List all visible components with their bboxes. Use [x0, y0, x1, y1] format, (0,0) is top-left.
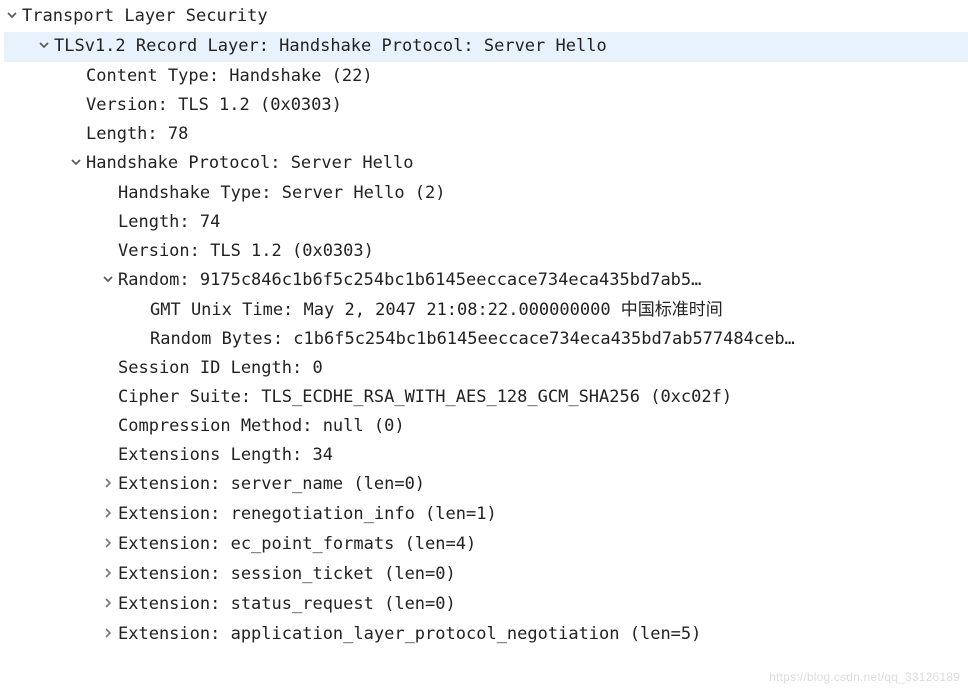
tree-row-label: Extensions Length: 34 — [116, 441, 333, 470]
tree-row[interactable]: Compression Method: null (0) — [4, 412, 968, 441]
tree-row-label: TLSv1.2 Record Layer: Handshake Protocol… — [52, 32, 607, 61]
tree-row-label: Extension: server_name (len=0) — [116, 470, 425, 499]
tree-row-label: Random: 9175c846c1b6f5c254bc1b6145eeccac… — [116, 266, 701, 295]
tree-row[interactable]: Version: TLS 1.2 (0x0303) — [4, 237, 968, 266]
chevron-right-icon[interactable] — [100, 621, 116, 650]
tree-row-label: Version: TLS 1.2 (0x0303) — [84, 91, 342, 120]
watermark-text: https://blog.csdn.net/qq_33126189 — [769, 670, 960, 684]
tree-row[interactable]: Version: TLS 1.2 (0x0303) — [4, 91, 968, 120]
packet-details-tree: Transport Layer SecurityTLSv1.2 Record L… — [0, 0, 968, 650]
tree-row[interactable]: Handshake Type: Server Hello (2) — [4, 179, 968, 208]
tree-row-label: Random Bytes: c1b6f5c254bc1b6145eeccace7… — [148, 325, 795, 354]
tree-row[interactable]: Extension: application_layer_protocol_ne… — [4, 620, 968, 650]
chevron-down-icon[interactable] — [100, 267, 116, 296]
tree-row-label: Version: TLS 1.2 (0x0303) — [116, 237, 374, 266]
tree-row-label: GMT Unix Time: May 2, 2047 21:08:22.0000… — [148, 296, 723, 325]
tree-row-label: Session ID Length: 0 — [116, 354, 323, 383]
tree-row[interactable]: Extension: renegotiation_info (len=1) — [4, 500, 968, 530]
tree-row-label: Cipher Suite: TLS_ECDHE_RSA_WITH_AES_128… — [116, 383, 732, 412]
tree-row[interactable]: Transport Layer Security — [4, 2, 968, 32]
tree-row[interactable]: Random Bytes: c1b6f5c254bc1b6145eeccace7… — [4, 325, 968, 354]
chevron-right-icon[interactable] — [100, 501, 116, 530]
tree-row-label: Extension: session_ticket (len=0) — [116, 560, 456, 589]
tree-row-label: Content Type: Handshake (22) — [84, 62, 373, 91]
tree-row[interactable]: GMT Unix Time: May 2, 2047 21:08:22.0000… — [4, 296, 968, 325]
tree-row-label: Extension: renegotiation_info (len=1) — [116, 500, 497, 529]
tree-row-label: Compression Method: null (0) — [116, 412, 405, 441]
tree-row-label: Handshake Protocol: Server Hello — [84, 149, 414, 178]
tree-row[interactable]: TLSv1.2 Record Layer: Handshake Protocol… — [4, 32, 968, 62]
tree-row[interactable]: Cipher Suite: TLS_ECDHE_RSA_WITH_AES_128… — [4, 383, 968, 412]
chevron-down-icon[interactable] — [4, 3, 20, 32]
chevron-down-icon[interactable] — [68, 150, 84, 179]
tree-row-label: Transport Layer Security — [20, 2, 268, 31]
tree-row-label: Length: 78 — [84, 120, 188, 149]
tree-row[interactable]: Content Type: Handshake (22) — [4, 62, 968, 91]
tree-row[interactable]: Extension: status_request (len=0) — [4, 590, 968, 620]
tree-row-label: Length: 74 — [116, 208, 220, 237]
tree-row[interactable]: Length: 78 — [4, 120, 968, 149]
tree-row-label: Extension: status_request (len=0) — [116, 590, 456, 619]
tree-row-label: Handshake Type: Server Hello (2) — [116, 179, 446, 208]
tree-row[interactable]: Session ID Length: 0 — [4, 354, 968, 383]
chevron-right-icon[interactable] — [100, 591, 116, 620]
tree-row-label: Extension: ec_point_formats (len=4) — [116, 530, 476, 559]
tree-row-label: Extension: application_layer_protocol_ne… — [116, 620, 701, 649]
tree-row[interactable]: Length: 74 — [4, 208, 968, 237]
tree-row[interactable]: Random: 9175c846c1b6f5c254bc1b6145eeccac… — [4, 266, 968, 296]
tree-row[interactable]: Extension: session_ticket (len=0) — [4, 560, 968, 590]
chevron-down-icon[interactable] — [36, 33, 52, 62]
chevron-right-icon[interactable] — [100, 561, 116, 590]
tree-row[interactable]: Extension: server_name (len=0) — [4, 470, 968, 500]
chevron-right-icon[interactable] — [100, 531, 116, 560]
tree-row[interactable]: Extensions Length: 34 — [4, 441, 968, 470]
tree-row[interactable]: Handshake Protocol: Server Hello — [4, 149, 968, 179]
tree-row[interactable]: Extension: ec_point_formats (len=4) — [4, 530, 968, 560]
chevron-right-icon[interactable] — [100, 471, 116, 500]
